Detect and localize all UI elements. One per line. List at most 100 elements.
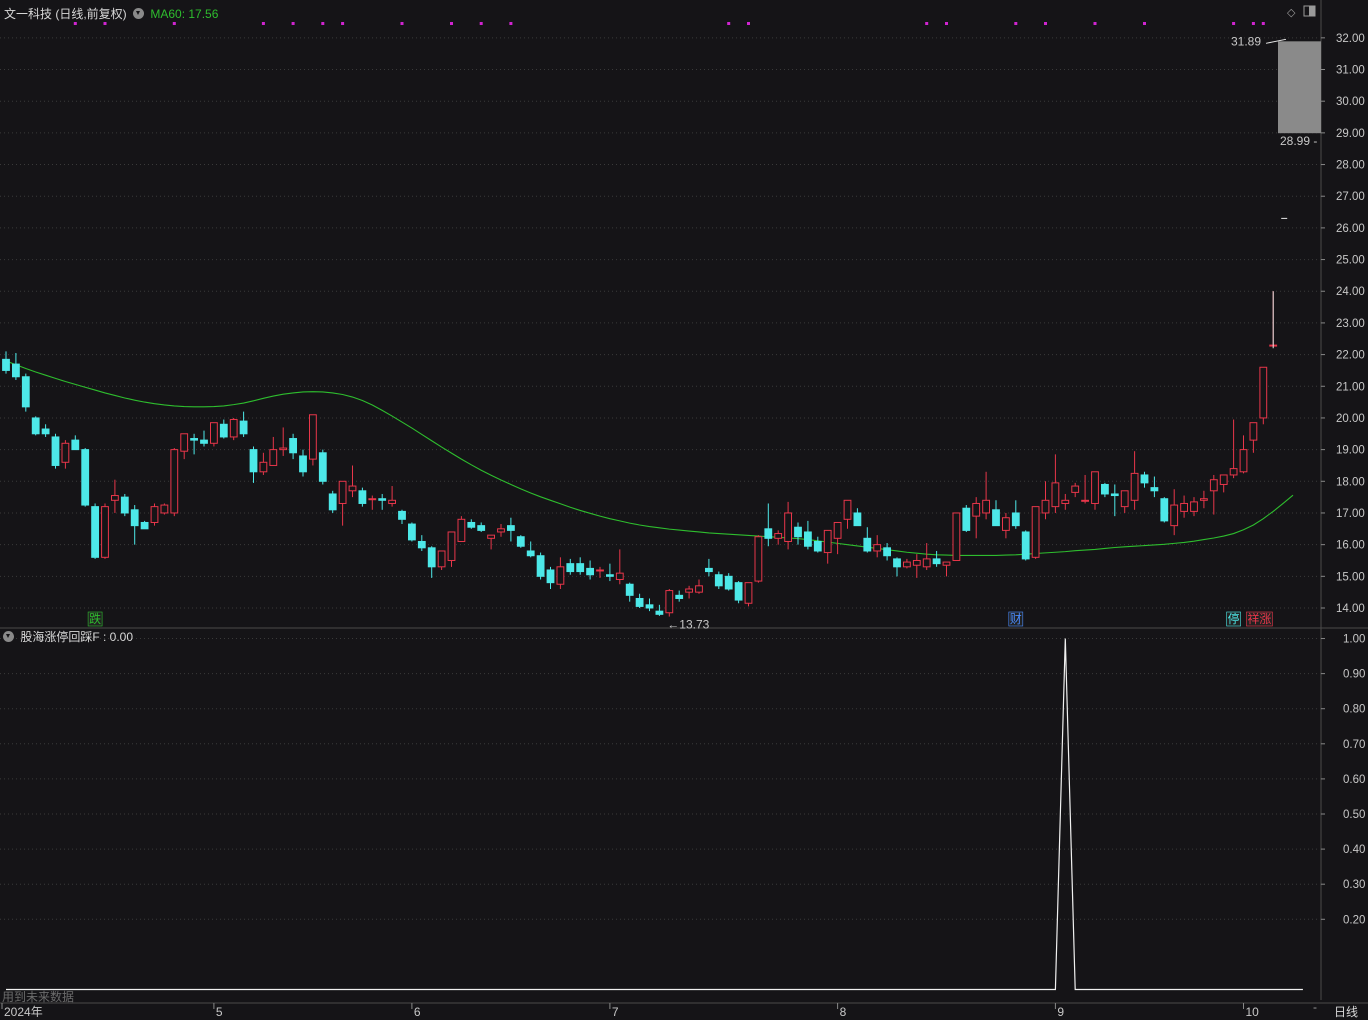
candle-body[interactable] [1229,468,1238,476]
candle-body[interactable] [328,493,337,511]
candle-body[interactable] [1259,366,1268,419]
candle-body[interactable] [160,504,169,514]
candle-body[interactable] [1110,493,1119,497]
candle-body[interactable] [289,438,298,454]
candle-body[interactable] [546,569,555,584]
candle-body[interactable] [1180,502,1188,512]
candle-body[interactable] [903,561,911,568]
candle-body[interactable] [101,506,109,558]
candle-body[interactable] [1091,471,1099,504]
candle-body[interactable] [893,558,901,568]
candle-body[interactable] [863,537,872,552]
candle-body[interactable] [764,528,773,539]
candle-body[interactable] [358,490,367,504]
candle-body[interactable] [21,376,30,408]
candle-body[interactable] [51,436,60,466]
candle-body[interactable] [487,534,496,539]
candle-body[interactable] [190,438,198,441]
candle-body[interactable] [1130,472,1139,501]
indicator-menu-icon[interactable] [133,8,145,19]
candle-body[interactable] [279,447,288,451]
candle-body[interactable] [972,502,981,517]
candle-body[interactable] [1160,498,1169,522]
candle-body[interactable] [675,594,684,599]
candle-body[interactable] [61,442,70,463]
candle-body[interactable] [1061,499,1070,504]
candle-body[interactable] [526,550,535,557]
candle-body[interactable] [219,423,228,438]
candle-body[interactable] [91,506,99,558]
candle-body[interactable] [586,567,595,576]
candle-body[interactable] [724,575,733,590]
candle-body[interactable] [1051,482,1060,508]
candle-body[interactable] [180,433,189,452]
candle-body[interactable] [368,498,377,501]
candle-body[interactable] [754,536,763,582]
candle-body[interactable] [200,439,208,444]
candle-body[interactable] [477,525,486,531]
candle-body[interactable] [150,506,159,523]
period-selector[interactable]: 日线 [1334,1003,1358,1020]
candle-body[interactable] [408,523,416,541]
candle-body[interactable] [1209,479,1218,492]
candle-body[interactable] [378,498,387,501]
candle-body[interactable] [1071,485,1080,493]
candle-body[interactable] [1011,512,1020,527]
candle-body[interactable] [1140,474,1149,484]
candle-body[interactable] [497,528,505,533]
candle-body[interactable] [1219,474,1228,485]
candle-body[interactable] [952,512,961,561]
candle-body[interactable] [556,566,565,585]
candle-body[interactable] [1041,499,1050,514]
candle-body[interactable] [417,540,426,549]
candle-body[interactable] [1002,517,1010,531]
candle-body[interactable] [576,563,585,573]
candle-body[interactable] [447,531,456,561]
candle-body[interactable] [843,499,852,520]
candle-body[interactable] [774,533,783,539]
candle-body[interactable] [942,561,951,566]
candle-body[interactable] [259,461,268,473]
candle-body[interactable] [1101,483,1109,495]
candle-body[interactable] [437,550,446,568]
candle-body[interactable] [853,512,862,527]
candle-body[interactable] [1249,422,1258,441]
candle-body[interactable] [507,525,515,531]
candle-body[interactable] [566,563,575,573]
candle-body[interactable] [111,495,119,501]
candle-body[interactable] [784,512,793,542]
candle-body[interactable] [467,521,476,528]
candle-body[interactable] [457,518,466,542]
candle-body[interactable] [912,559,921,566]
candle-body[interactable] [665,590,674,614]
candle-body[interactable] [982,499,991,514]
candle-body[interactable] [2,358,10,371]
candle-body[interactable] [81,449,90,506]
chart-canvas[interactable]: 14.00 15.00 16.00 17.00 18.00 19.00 20.00 21.00… [0,0,1368,1017]
candle-body[interactable] [249,449,258,473]
collapse-icon[interactable]: - [1313,1000,1317,1014]
candle-body[interactable] [1190,501,1198,512]
indicator-menu-icon[interactable] [3,631,14,642]
candle-body[interactable] [625,583,634,596]
candle-body[interactable] [645,604,654,609]
candle-body[interactable] [1031,506,1040,558]
candle-body[interactable] [1150,487,1159,492]
candle-body[interactable] [1170,504,1179,527]
candle-body[interactable] [714,574,723,587]
candle-body[interactable] [398,510,406,520]
candle-body[interactable] [130,509,139,527]
candle-body[interactable] [992,509,1000,527]
candle-body[interactable] [140,521,149,530]
candle-body[interactable] [833,521,842,539]
candle-body[interactable] [813,540,822,552]
candle-body[interactable] [210,422,218,444]
candle-body[interactable] [685,588,694,593]
candle-body[interactable] [695,585,703,593]
candle-body[interactable] [1120,490,1129,508]
candle-body[interactable] [655,610,664,615]
candle-body[interactable] [269,449,278,466]
candle-body[interactable] [71,439,80,451]
candle-body[interactable] [635,597,644,607]
candle-body[interactable] [536,555,545,577]
